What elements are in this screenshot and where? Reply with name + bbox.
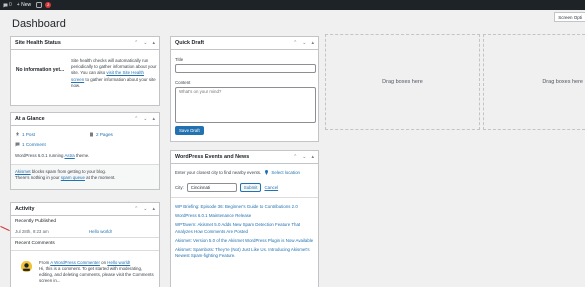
updates-icon[interactable]: 2 — [36, 2, 52, 8]
comment-author-link[interactable]: A WordPress Commenter — [50, 260, 100, 265]
comment-post-link[interactable]: Hello world! — [107, 260, 130, 265]
city-form: City: Submit Cancel — [175, 183, 278, 192]
updates-badge: 2 — [45, 2, 52, 8]
theme-link[interactable]: Astra — [64, 153, 74, 158]
pages-count[interactable]: 2 Pages — [89, 132, 113, 137]
move-down-icon[interactable]: ⌄ — [302, 40, 306, 46]
save-draft-button[interactable]: Save Draft — [175, 126, 204, 135]
published-post-link[interactable]: Hello world! — [89, 229, 112, 234]
widget-title: WordPress Events and News — [175, 154, 250, 160]
widget-header: WordPress Events and News ⌃ ⌄ ▴ — [171, 151, 318, 164]
toggle-icon[interactable]: ▴ — [152, 206, 155, 212]
news-item[interactable]: WordPress 6.0.1 Maintenance Release — [175, 213, 315, 219]
cancel-link[interactable]: Cancel — [264, 185, 278, 190]
select-location-link[interactable]: Select location — [271, 170, 300, 175]
comments-count-link[interactable]: 1 Comment — [15, 142, 46, 147]
admin-bar: 0 + New 2 — [0, 0, 585, 10]
widget-header: Site Health Status ⌃ ⌄ ▴ — [11, 37, 159, 50]
news-item[interactable]: Akismet: Version 5.0 of the Akismet Word… — [175, 238, 315, 244]
pin-icon — [16, 132, 19, 137]
move-up-icon[interactable]: ⌃ — [134, 40, 138, 46]
recently-published-heading: Recently Published — [15, 219, 57, 224]
avatar — [21, 261, 32, 272]
widget-title: Activity — [15, 206, 35, 212]
widget-header: At a Glance ⌃ ⌄ ▴ — [11, 113, 159, 126]
divider — [171, 197, 318, 198]
site-health-description: Site health checks will automatically ru… — [71, 58, 157, 88]
move-down-icon[interactable]: ⌄ — [143, 40, 147, 46]
move-up-icon[interactable]: ⌃ — [134, 116, 138, 122]
site-health-status: No information yet... — [15, 67, 65, 73]
toggle-icon[interactable]: ▴ — [152, 40, 155, 46]
akismet-panel: Akismet blocks spam from getting to your… — [11, 164, 159, 189]
quick-draft-widget: Quick Draft ⌃ ⌄ ▴ Title Content Save Draft — [170, 36, 319, 142]
drop-zone[interactable]: Drag boxes here — [325, 34, 480, 130]
toggle-icon[interactable]: ▴ — [152, 116, 155, 122]
akismet-link[interactable]: Akismet — [15, 169, 31, 174]
move-up-icon[interactable]: ⌃ — [134, 206, 138, 212]
comment-excerpt: Hi, this is a comment. To get started wi… — [39, 266, 154, 283]
pages-icon — [90, 132, 93, 137]
news-item[interactable]: WP Briefing: Episode 36: Beginner's Guid… — [175, 204, 315, 210]
city-label: City: — [175, 185, 184, 190]
spam-queue-link[interactable]: spam queue — [61, 175, 85, 180]
move-down-icon[interactable]: ⌄ — [143, 116, 147, 122]
events-news-widget: WordPress Events and News ⌃ ⌄ ▴ Enter your… — [170, 150, 319, 287]
divider — [11, 237, 159, 238]
widget-title: Site Health Status — [15, 40, 61, 46]
move-up-icon[interactable]: ⌃ — [293, 154, 297, 160]
comments-count: 0 — [9, 2, 12, 8]
widget-header: Quick Draft ⌃ ⌄ ▴ — [171, 37, 318, 50]
comment-icon — [15, 142, 20, 147]
comment-item: From A WordPress Commenter on Hello worl… — [39, 260, 154, 283]
widget-header: Activity ⌃ ⌄ ▴ — [11, 203, 159, 216]
toggle-icon[interactable]: ▴ — [311, 154, 314, 160]
move-down-icon[interactable]: ⌄ — [302, 154, 306, 160]
at-a-glance-widget: At a Glance ⌃ ⌄ ▴ 1 Post 2 Pages 1 Comment… — [10, 112, 160, 190]
divider — [11, 250, 159, 251]
location-pin-icon — [265, 170, 269, 176]
news-list: WP Briefing: Episode 36: Beginner's Guid… — [175, 204, 315, 262]
screen-options-button[interactable]: Screen Opti — [554, 12, 585, 22]
widget-title: Quick Draft — [175, 40, 205, 46]
content-label: Content — [175, 80, 191, 85]
move-down-icon[interactable]: ⌄ — [143, 206, 147, 212]
draft-content-textarea[interactable] — [175, 87, 316, 123]
site-health-widget: Site Health Status ⌃ ⌄ ▴ No information ye… — [10, 36, 160, 106]
city-input[interactable] — [186, 183, 237, 192]
recent-comments-heading: Recent Comments — [15, 241, 55, 246]
drop-zone[interactable]: Drag boxes here — [483, 34, 585, 130]
toggle-icon[interactable]: ▴ — [311, 40, 314, 46]
publish-date: Jul 28th, 9:23 am — [15, 229, 49, 234]
submit-button[interactable]: Submit — [239, 183, 262, 192]
news-item[interactable]: Akismet: Spambots: They're (Not) Just Li… — [175, 247, 315, 259]
widget-title: At a Glance — [15, 116, 45, 122]
posts-count[interactable]: 1 Post — [15, 132, 35, 137]
comments-icon[interactable]: 0 — [3, 2, 12, 8]
draft-title-input[interactable] — [175, 64, 316, 73]
events-intro: Enter your closest city to find nearby e… — [175, 170, 300, 176]
page-title: Dashboard — [12, 18, 66, 30]
wp-version-text: WordPress 6.0.1 running Astra theme. — [15, 153, 90, 158]
title-label: Title — [175, 57, 184, 62]
activity-widget: Activity ⌃ ⌄ ▴ Recently Published Jul 28th… — [10, 202, 160, 287]
edge-marker — [0, 225, 10, 232]
move-up-icon[interactable]: ⌃ — [293, 40, 297, 46]
new-content-button[interactable]: + New — [17, 2, 31, 8]
news-item[interactable]: WPTavern: Akismet 5.0 Adds New Spam Dete… — [175, 222, 315, 234]
